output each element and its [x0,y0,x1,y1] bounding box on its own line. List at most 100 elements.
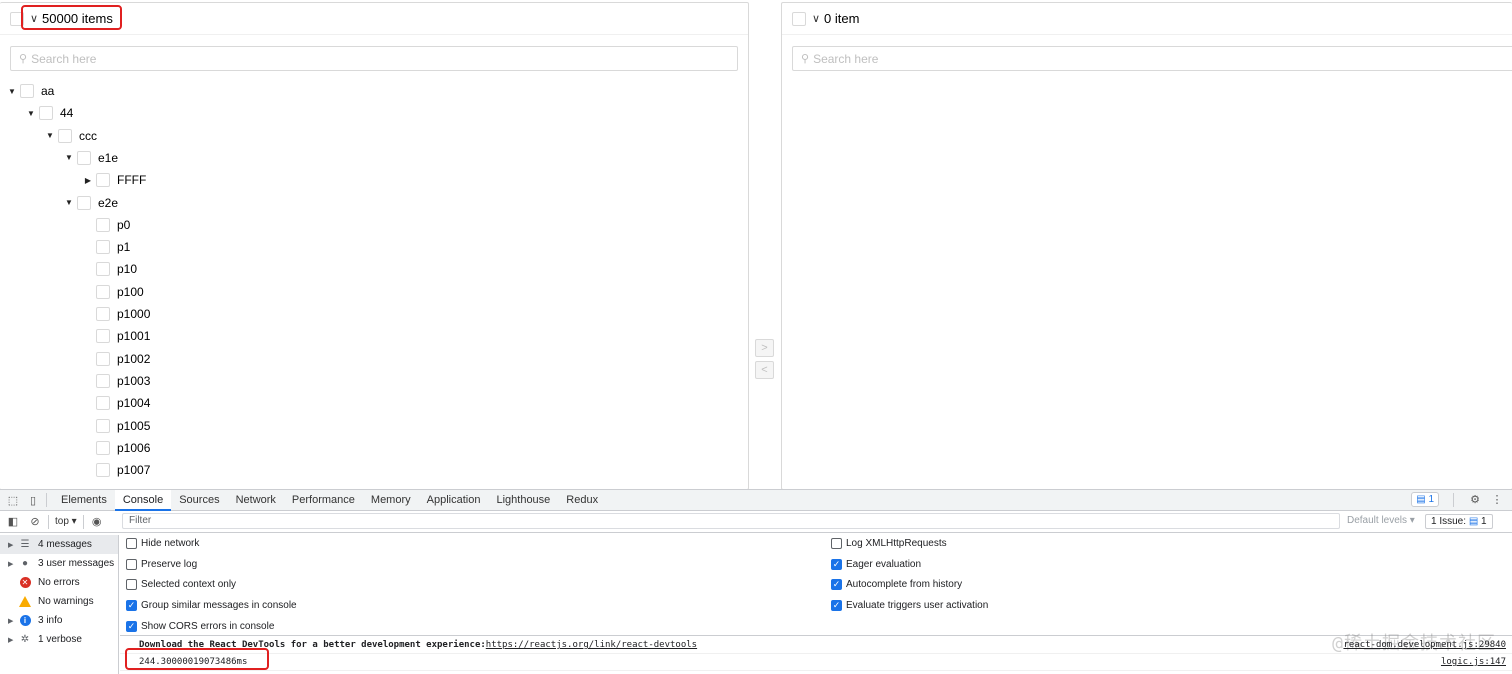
tree-node-checkbox[interactable] [96,351,110,366]
setting-checkbox[interactable] [126,538,137,549]
caret-down-icon[interactable]: ▼ [25,109,37,118]
sidebar-item[interactable]: No warnings [0,592,118,611]
sidebar-item[interactable]: ▶ i 3 info [0,611,118,630]
setting-option[interactable]: ✓ Autocomplete from history [831,579,962,591]
setting-checkbox[interactable] [126,579,137,591]
tree-node-checkbox[interactable] [96,396,110,411]
issues-button[interactable]: 1 Issue: ▤ 1 [1425,514,1493,529]
expand-arrow-icon[interactable]: ▶ [8,636,18,644]
right-search-input[interactable]: ⚲ Search here [792,46,1512,71]
device-toolbar-icon[interactable]: ▯ [26,493,40,507]
tab-memory[interactable]: Memory [363,490,419,511]
setting-option[interactable]: Log XMLHttpRequests [831,538,947,549]
caret-down-icon[interactable]: ▼ [6,87,18,96]
move-left-button[interactable]: < [755,361,774,379]
select-all-checkbox[interactable] [10,11,24,26]
tree-node-checkbox[interactable] [96,240,110,255]
select-all-checkbox[interactable] [792,11,806,26]
tab-application[interactable]: Application [419,490,489,511]
default-levels-dropdown[interactable]: Default levels ▾ [1347,515,1415,526]
inspect-element-icon[interactable]: ⬚ [6,493,20,507]
chevron-down-icon[interactable]: ∨ [810,12,822,25]
caret-right-icon[interactable]: ▶ [82,176,94,185]
console-source-link[interactable]: logic.js:147 [1441,657,1506,667]
caret-down-icon[interactable]: ▼ [63,198,75,207]
setting-option[interactable]: ✓ Show CORS errors in console [126,620,274,632]
message-badge[interactable]: ▤ 1 [1411,492,1439,507]
eye-icon[interactable]: ◉ [90,515,104,529]
tree-node[interactable]: p1000 [82,303,150,325]
tree-node-checkbox[interactable] [77,150,91,165]
setting-option[interactable]: Selected context only [126,579,236,591]
tab-redux[interactable]: Redux [558,490,606,511]
setting-checkbox[interactable] [126,558,137,570]
gear-icon[interactable]: ⚙ [1468,493,1482,507]
sidebar-item[interactable]: ▶ ☰ 4 messages [0,535,118,554]
sidebar-item[interactable]: ✕ No errors [0,573,118,592]
tree-node[interactable]: p1007 [82,459,150,481]
setting-checkbox[interactable]: ✓ [831,579,842,591]
tree-node-checkbox[interactable] [96,217,110,232]
filter-input[interactable]: Filter [122,513,1340,529]
expand-arrow-icon[interactable]: ▶ [8,560,18,568]
sidebar-toggle-icon[interactable]: ◧ [6,515,20,529]
clear-console-icon[interactable]: ⊘ [28,515,42,529]
setting-checkbox[interactable]: ✓ [831,600,842,612]
caret-down-icon[interactable]: ▼ [44,131,56,140]
tree-node[interactable]: p1001 [82,325,150,347]
tree-node[interactable]: p1003 [82,370,150,392]
expand-arrow-icon[interactable]: ▶ [8,617,18,625]
setting-option[interactable]: Hide network [126,538,199,549]
tree-node[interactable]: p1006 [82,437,150,459]
sidebar-item[interactable]: ▶ ● 3 user messages [0,554,118,573]
sidebar-item[interactable]: ▶ ✲ 1 verbose [0,630,118,649]
tree-node[interactable]: ▼ e2e [63,192,118,214]
tree-node-checkbox[interactable] [39,106,53,121]
tree-node-checkbox[interactable] [96,373,110,388]
tree-node[interactable]: p0 [82,214,130,236]
tab-network[interactable]: Network [228,490,284,511]
tab-performance[interactable]: Performance [284,490,363,511]
setting-checkbox[interactable] [831,538,842,549]
tab-elements[interactable]: Elements [53,490,115,511]
tree-node[interactable]: p1005 [82,415,150,437]
tree-node[interactable]: ▼ e1e [63,147,118,169]
move-right-button[interactable]: > [755,339,774,357]
setting-option[interactable]: ✓ Group similar messages in console [126,600,297,612]
caret-down-icon[interactable]: ▼ [63,153,75,162]
tree-node[interactable]: p1 [82,236,130,258]
setting-option[interactable]: ✓ Eager evaluation [831,558,921,570]
more-options-icon[interactable]: ⋮ [1490,493,1504,507]
chevron-down-icon[interactable]: ∨ [28,12,40,25]
tree-node-checkbox[interactable] [96,440,110,455]
tree-node[interactable]: ▼ ccc [44,125,97,147]
setting-checkbox[interactable]: ✓ [126,600,137,612]
context-selector[interactable]: top ▾ [55,516,77,527]
tree-node-checkbox[interactable] [96,329,110,344]
tree-node-checkbox[interactable] [96,418,110,433]
tree-node[interactable]: p1004 [82,392,150,414]
tree-node-checkbox[interactable] [96,173,110,188]
tree-node-checkbox[interactable] [77,195,91,210]
console-source-link[interactable]: react-dom.development.js:29840 [1343,640,1506,650]
setting-option[interactable]: ✓ Evaluate triggers user activation [831,600,988,612]
tree-node[interactable]: p1002 [82,348,150,370]
tree-node-checkbox[interactable] [96,284,110,299]
tree-node-checkbox[interactable] [96,463,110,478]
tree-node-checkbox[interactable] [96,307,110,321]
setting-option[interactable]: Preserve log [126,558,197,570]
setting-checkbox[interactable]: ✓ [831,558,842,570]
tree-node-checkbox[interactable] [58,128,72,143]
tree-node[interactable]: ▶ FFFF [82,169,146,191]
tab-console[interactable]: Console [114,489,172,511]
expand-arrow-icon[interactable]: ▶ [8,541,18,549]
tab-lighthouse[interactable]: Lighthouse [488,490,558,511]
tree-node[interactable]: p100 [82,281,144,303]
left-search-input[interactable]: ⚲ Search here [10,46,738,71]
tree-node[interactable]: ▼ 44 [25,102,73,124]
tree-node[interactable]: p10 [82,258,137,280]
tab-sources[interactable]: Sources [171,490,227,511]
setting-checkbox[interactable]: ✓ [126,620,137,632]
console-message-link[interactable]: https://reactjs.org/link/react-devtools [486,640,697,650]
tree-node[interactable]: ▼ aa [6,80,54,102]
